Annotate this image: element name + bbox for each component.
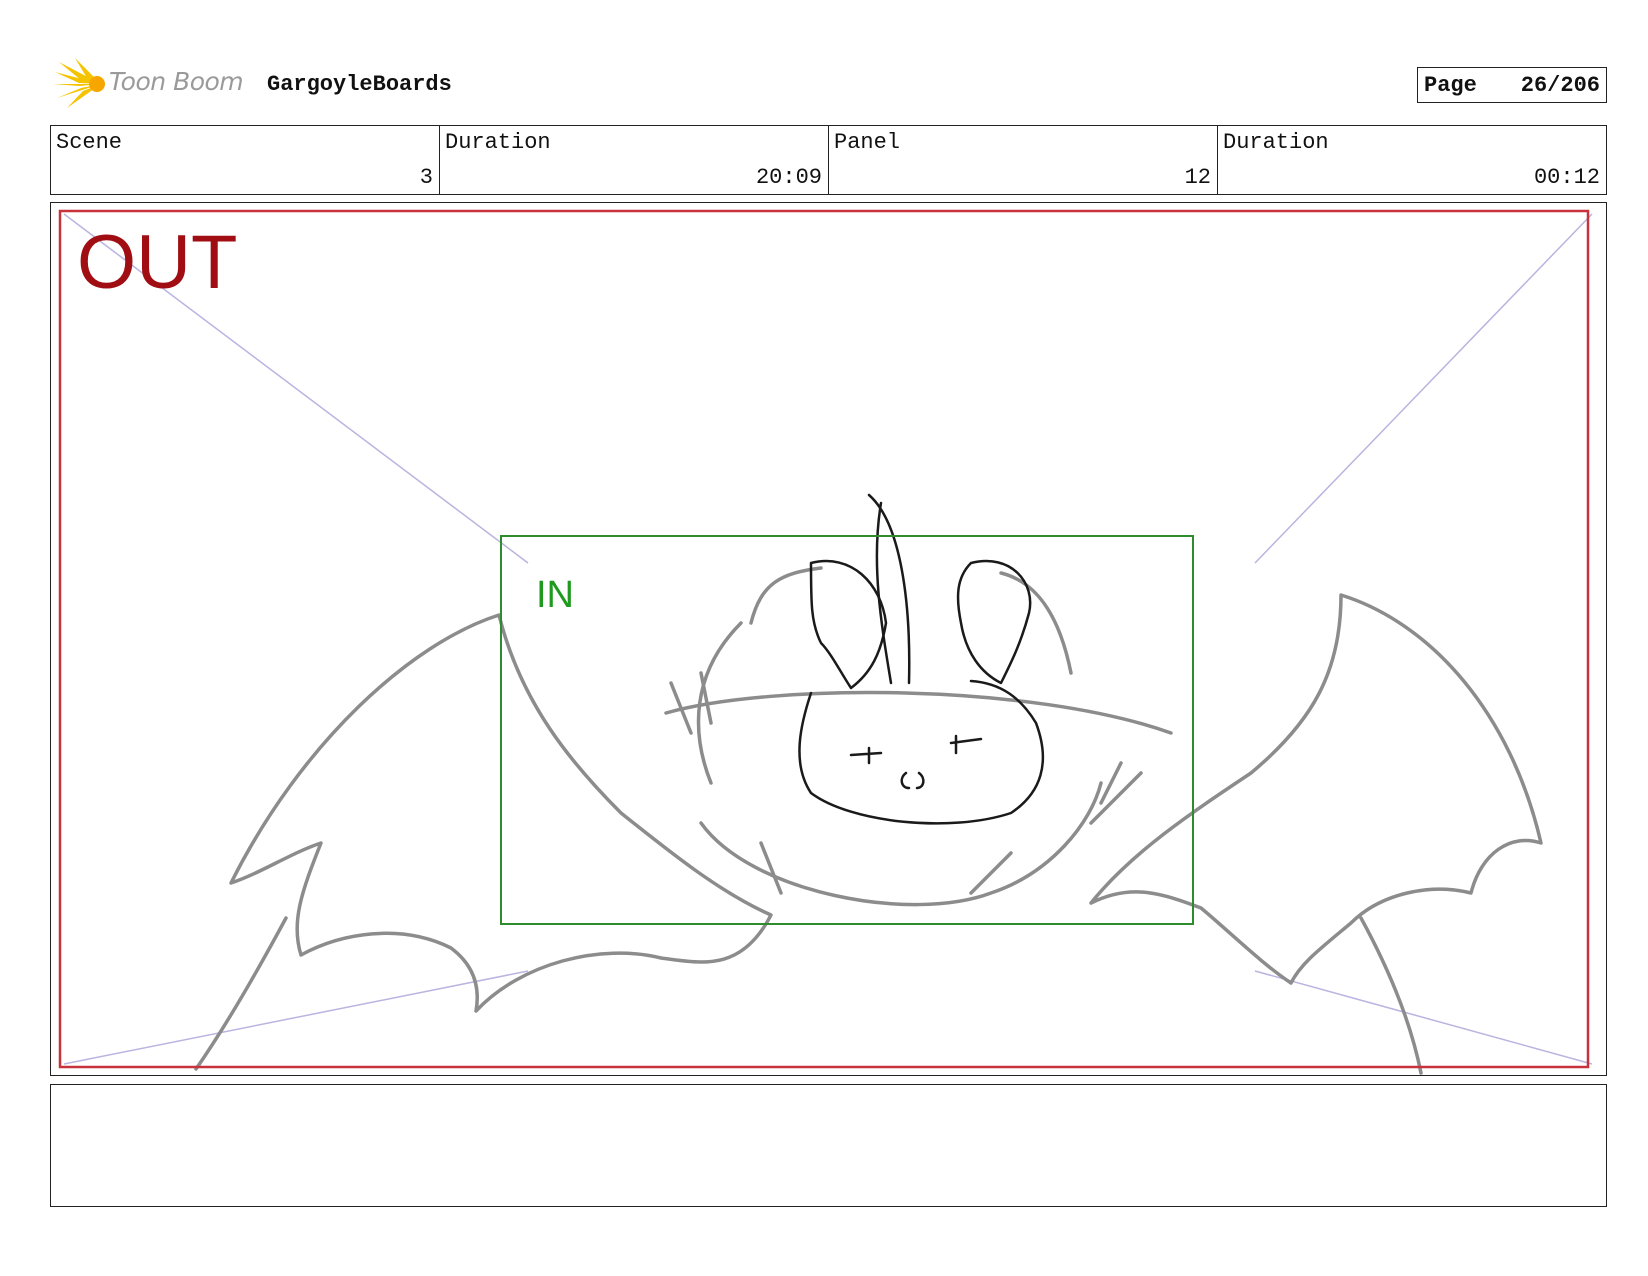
project-title: GargoyleBoards xyxy=(267,72,452,97)
page-label: Page xyxy=(1424,72,1477,98)
in-label: IN xyxy=(536,574,574,616)
scene-value: 3 xyxy=(419,165,433,190)
scene-duration-label: Duration xyxy=(445,130,551,155)
panel-duration-value: 00:12 xyxy=(1533,165,1600,190)
starburst-icon xyxy=(53,58,105,108)
panel-notes xyxy=(50,1084,1607,1207)
toon-boom-logo: Toon Boom xyxy=(53,58,253,110)
panel-duration-cell: Duration 00:12 xyxy=(1218,126,1606,194)
panel-value: 12 xyxy=(1184,165,1211,190)
scene-label: Scene xyxy=(56,130,123,155)
camera-guide-lines xyxy=(63,213,1593,1065)
page-indicator: Page 26/206 xyxy=(1417,67,1607,103)
panel-drawing xyxy=(58,209,1593,1075)
panel-duration-label: Duration xyxy=(1223,130,1329,155)
logo-text: Toon Boom xyxy=(109,67,244,96)
in-frame xyxy=(500,535,1194,925)
scene-info-table: Scene 3 Duration 20:09 Panel 12 Duration… xyxy=(50,125,1607,195)
panel-cell: Panel 12 xyxy=(829,126,1218,194)
page-number: 26/206 xyxy=(1520,72,1600,98)
out-label: OUT xyxy=(77,220,238,305)
panel-label: Panel xyxy=(834,130,901,155)
out-frame xyxy=(58,209,1590,1069)
scene-duration-cell: Duration 20:09 xyxy=(440,126,829,194)
storyboard-panel: OUT IN xyxy=(50,202,1607,1076)
scene-duration-value: 20:09 xyxy=(755,165,822,190)
storyboard-header: Toon Boom GargoyleBoards Page 26/206 xyxy=(53,58,1607,110)
character-line-art xyxy=(798,493,1045,825)
scene-cell: Scene 3 xyxy=(51,126,440,194)
